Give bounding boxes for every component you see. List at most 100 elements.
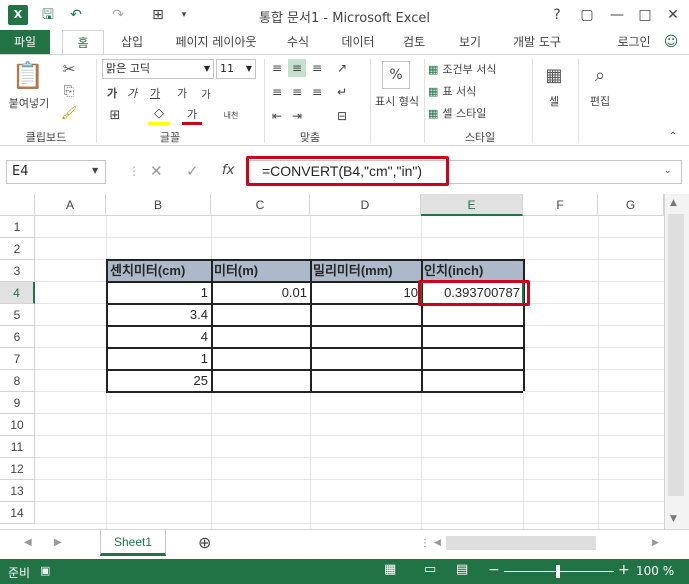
row-header-9[interactable]: 9 — [0, 392, 35, 414]
cells-icon[interactable]: ▦ — [540, 61, 568, 89]
tab-developer[interactable]: 개발 도구 — [504, 30, 570, 54]
collapse-ribbon-icon[interactable]: ⌃ — [664, 129, 682, 143]
macro-record-icon[interactable]: ▣ — [40, 564, 50, 577]
zoom-slider-thumb[interactable] — [556, 565, 560, 578]
column-header-f[interactable]: F — [523, 194, 598, 216]
ribbon-display-button[interactable]: ▢ — [574, 4, 600, 26]
column-header-a[interactable]: A — [35, 194, 106, 216]
column-header-d[interactable]: D — [310, 194, 421, 216]
header-cm[interactable]: 센치미터(cm) — [107, 260, 211, 282]
row-header-14[interactable]: 14 — [0, 502, 35, 524]
row-header-2[interactable]: 2 — [0, 238, 35, 260]
borders-icon[interactable]: ⊞ — [104, 105, 126, 125]
tab-view[interactable]: 보기 — [450, 30, 490, 54]
close-button[interactable]: ✕ — [660, 4, 686, 26]
format-as-table-button[interactable]: ▦ 표 서식 — [428, 81, 526, 101]
column-header-c[interactable]: C — [211, 194, 310, 216]
maximize-button[interactable]: □ — [632, 4, 658, 26]
tab-insert[interactable]: 삽입 — [112, 30, 152, 54]
insert-function-icon[interactable]: fx — [222, 163, 234, 178]
grow-font-icon[interactable]: 가 — [172, 83, 192, 103]
cell-b8[interactable]: 25 — [107, 370, 211, 392]
column-header-e[interactable]: E — [421, 194, 523, 216]
sheet-tab-sheet1[interactable]: Sheet1 — [100, 530, 166, 556]
scroll-down-icon[interactable]: ▼ — [670, 514, 677, 524]
orientation-icon[interactable]: ↗ — [332, 59, 352, 77]
next-sheet-icon[interactable]: ▶ — [54, 537, 62, 548]
page-break-view-icon[interactable]: ▤ — [456, 562, 468, 577]
scroll-up-icon[interactable]: ▲ — [670, 198, 677, 208]
tab-home[interactable]: 홈 — [62, 30, 104, 55]
paste-button[interactable]: 붙여넣기 — [4, 95, 54, 111]
tab-formulas[interactable]: 수식 — [278, 30, 318, 54]
tab-page-layout[interactable]: 페이지 레이아웃 — [164, 30, 268, 54]
row-header-3[interactable]: 3 — [0, 260, 35, 282]
row-header-8[interactable]: 8 — [0, 370, 35, 392]
format-painter-icon[interactable]: 🖌 — [58, 103, 80, 123]
page-layout-view-icon[interactable]: ▭ — [424, 562, 436, 577]
paste-icon[interactable]: 📋 — [10, 59, 46, 93]
copy-icon[interactable]: ⎘ — [58, 81, 80, 101]
column-header-g[interactable]: G — [598, 194, 664, 216]
font-name-dropdown[interactable]: 맑은 고딕 ▼ — [102, 59, 214, 79]
vertical-scroll-thumb[interactable] — [668, 214, 684, 496]
new-sheet-button[interactable]: ⊕ — [198, 533, 211, 552]
row-header-12[interactable]: 12 — [0, 458, 35, 480]
binoculars-icon[interactable]: ⌕ — [586, 61, 614, 89]
zoom-out-button[interactable]: − — [488, 562, 500, 578]
align-center-icon[interactable]: ≡ — [288, 83, 306, 101]
name-box[interactable]: E4 — [6, 160, 106, 184]
cell-b4[interactable]: 1 — [107, 282, 211, 304]
percent-format-button[interactable]: % — [382, 61, 410, 89]
merge-center-icon[interactable]: ⊟ — [332, 107, 352, 125]
italic-icon[interactable]: 가 — [124, 83, 140, 103]
cancel-icon[interactable]: ✕ — [150, 162, 163, 180]
row-header-10[interactable]: 10 — [0, 414, 35, 436]
scroll-left-icon[interactable]: ◀ — [434, 538, 441, 548]
header-mm[interactable]: 밀리미터(mm) — [310, 260, 421, 282]
row-header-4[interactable]: 4 — [0, 282, 35, 304]
align-middle-icon[interactable]: ≡ — [288, 59, 306, 77]
minimize-button[interactable]: — — [604, 4, 630, 26]
help-button[interactable]: ? — [544, 4, 570, 26]
shrink-font-icon[interactable]: 가 — [196, 83, 216, 103]
tab-review[interactable]: 검토 — [394, 30, 434, 54]
select-all-corner[interactable] — [0, 194, 35, 216]
increase-indent-icon[interactable]: ⇥ — [288, 107, 306, 125]
row-header-6[interactable]: 6 — [0, 326, 35, 348]
number-format-button[interactable]: 표시 형식 — [374, 93, 420, 109]
cell-b7[interactable]: 1 — [107, 348, 211, 370]
row-header-11[interactable]: 11 — [0, 436, 35, 458]
conditional-format-button[interactable]: ▦ 조건부 서식 — [428, 59, 526, 79]
row-header-1[interactable]: 1 — [0, 216, 35, 238]
align-bottom-icon[interactable]: ≡ — [308, 59, 326, 77]
horizontal-scroll-thumb[interactable] — [446, 536, 596, 550]
row-header-13[interactable]: 13 — [0, 480, 35, 502]
header-inch[interactable]: 인치(inch) — [421, 260, 523, 282]
scroll-right-icon[interactable]: ▶ — [652, 538, 659, 548]
cut-icon[interactable]: ✂ — [58, 59, 80, 79]
cell-c4[interactable]: 0.01 — [211, 282, 310, 304]
tab-file[interactable]: 파일 — [0, 30, 50, 54]
cell-b5[interactable]: 3.4 — [107, 304, 211, 326]
zoom-in-button[interactable]: + — [618, 562, 630, 578]
cells-button[interactable]: 셀 — [536, 93, 572, 109]
align-top-icon[interactable]: ≡ — [268, 59, 286, 77]
cell-styles-button[interactable]: ▦ 셀 스타일 — [428, 103, 526, 123]
user-icon[interactable]: ☺ — [660, 30, 682, 54]
enter-icon[interactable]: ✓ — [186, 162, 199, 180]
underline-icon[interactable]: 가 — [146, 83, 164, 103]
font-size-dropdown[interactable]: 11 ▼ — [216, 59, 256, 79]
tab-data[interactable]: 데이터 — [334, 30, 382, 54]
sign-in-link[interactable]: 로그인 — [612, 30, 656, 54]
wrap-text-icon[interactable]: ↵ — [332, 83, 352, 101]
header-m[interactable]: 미터(m) — [211, 260, 310, 282]
zoom-level[interactable]: 100 % — [636, 564, 674, 578]
column-header-b[interactable]: B — [106, 194, 211, 216]
fill-color-icon[interactable]: ◇ — [148, 105, 170, 125]
cell-d4[interactable]: 10 — [310, 282, 421, 304]
cell-b6[interactable]: 4 — [107, 326, 211, 348]
expand-formula-icon[interactable]: ⌄ — [664, 166, 672, 176]
decrease-indent-icon[interactable]: ⇤ — [268, 107, 286, 125]
font-color-icon[interactable]: 가 — [182, 105, 202, 125]
